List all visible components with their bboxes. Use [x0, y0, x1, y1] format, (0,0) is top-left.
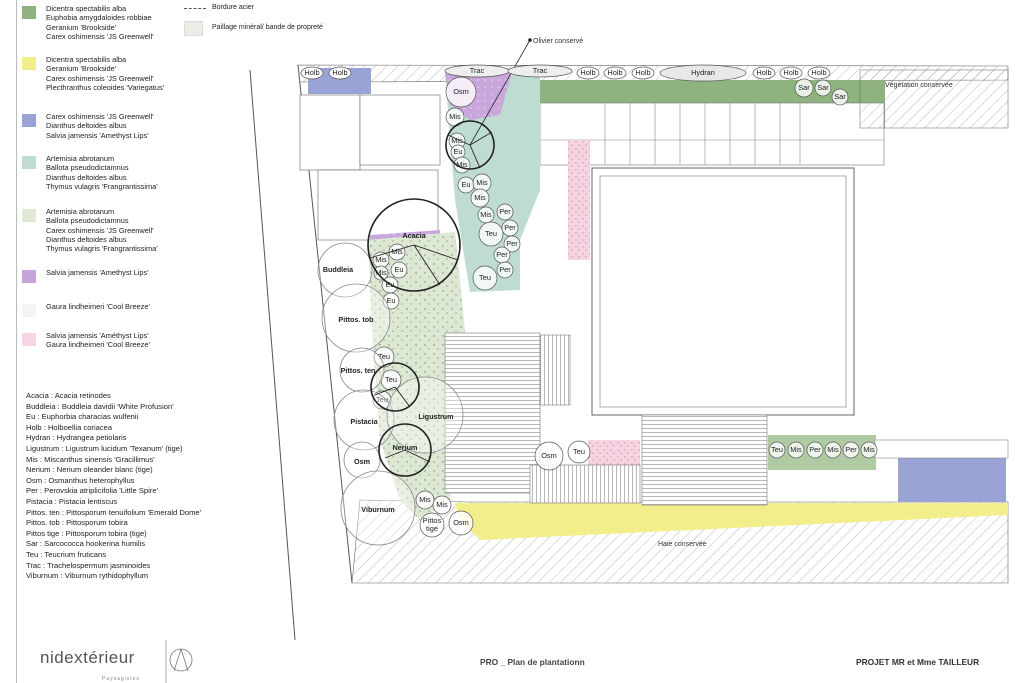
label-holb: Holb — [607, 68, 622, 77]
label-teu: Teu — [485, 229, 497, 238]
label-teu: Teu — [573, 447, 585, 456]
label-pittos-ten: Pittos. ten — [341, 366, 376, 375]
label-per: Per — [845, 445, 857, 454]
label-mis: Mis — [827, 445, 839, 454]
label-per: Per — [496, 250, 508, 259]
label-acacia: Acacia — [402, 231, 426, 240]
label-trac: Trac — [470, 66, 485, 75]
label-eu: Eu — [461, 180, 470, 189]
label-mis: Mis — [480, 210, 492, 219]
label-pittos-tige: tige — [426, 524, 438, 533]
label-eu: Eu — [386, 296, 395, 305]
label-ligustrum: Ligustrum — [418, 412, 453, 421]
label-nerium: Nerium — [393, 443, 418, 452]
label-holb: Holb — [811, 68, 826, 77]
blue-bed-right — [898, 458, 1006, 502]
label-holb: Holb — [332, 68, 347, 77]
planting-plan: Olivier conservé Végétation conservée Ha… — [165, 38, 1009, 683]
label-trac: Trac — [533, 66, 548, 75]
label-eu: Eu — [453, 147, 462, 156]
label-per: Per — [499, 207, 511, 216]
compass-icon — [169, 648, 193, 672]
label-holb: Holb — [580, 68, 595, 77]
label-sar: Sar — [817, 83, 829, 92]
project-name: PROJET MR et Mme TAILLEUR — [856, 657, 980, 667]
label-mis: Mis — [863, 445, 875, 454]
label-mis: Mis — [436, 500, 448, 509]
vegetation-note: Végétation conservée — [885, 82, 953, 89]
label-mis: Mis — [476, 178, 488, 187]
company-logo: nidextérieur — [40, 648, 135, 667]
label-holb: Holb — [783, 68, 798, 77]
label-holb: Holb — [756, 68, 771, 77]
label-per: Per — [499, 265, 511, 274]
house-outline — [591, 167, 855, 416]
pink-bed-lower — [588, 440, 640, 466]
vegetation-conservee-area — [859, 69, 1009, 129]
label-sar: Sar — [798, 83, 810, 92]
label-teu: Teu — [479, 273, 491, 282]
label-holb: Holb — [304, 68, 319, 77]
label-mis: Mis — [419, 495, 431, 504]
label-viburnum: Viburnum — [361, 505, 394, 514]
label-osm: Osm — [453, 518, 469, 527]
label-teu: Teu — [385, 375, 397, 384]
company-logo-sub: Paysagistes — [102, 676, 140, 682]
label-teu: Teu — [771, 445, 783, 454]
label-osm: Osm — [453, 87, 469, 96]
haie-note: Haie conservée — [658, 541, 707, 548]
label-hydran: Hydran — [691, 68, 715, 77]
label-osm: Osm — [541, 451, 557, 460]
label-mis: Mis — [449, 112, 461, 121]
label-per: Per — [504, 223, 516, 232]
label-per: Per — [506, 239, 518, 248]
label-buddleia: Buddleia — [323, 265, 354, 274]
label-pittos-tob: Pittos. tob — [338, 315, 374, 324]
label-mis: Mis — [790, 445, 802, 454]
label-pistacia: Pistacia — [350, 417, 378, 426]
terrace-deck — [641, 414, 768, 506]
label-mis: Mis — [474, 193, 486, 202]
pink-bed-upper — [568, 140, 590, 260]
olivier-note: Olivier conservé — [533, 38, 583, 45]
label-sar: Sar — [834, 92, 846, 101]
label-per: Per — [809, 445, 821, 454]
label-eu: Eu — [394, 265, 403, 274]
boundary-line — [249, 69, 296, 641]
drawing-title: PRO _ Plan de plantationn — [480, 657, 585, 667]
label-holb: Holb — [635, 68, 650, 77]
label-osm: Osm — [354, 457, 370, 466]
